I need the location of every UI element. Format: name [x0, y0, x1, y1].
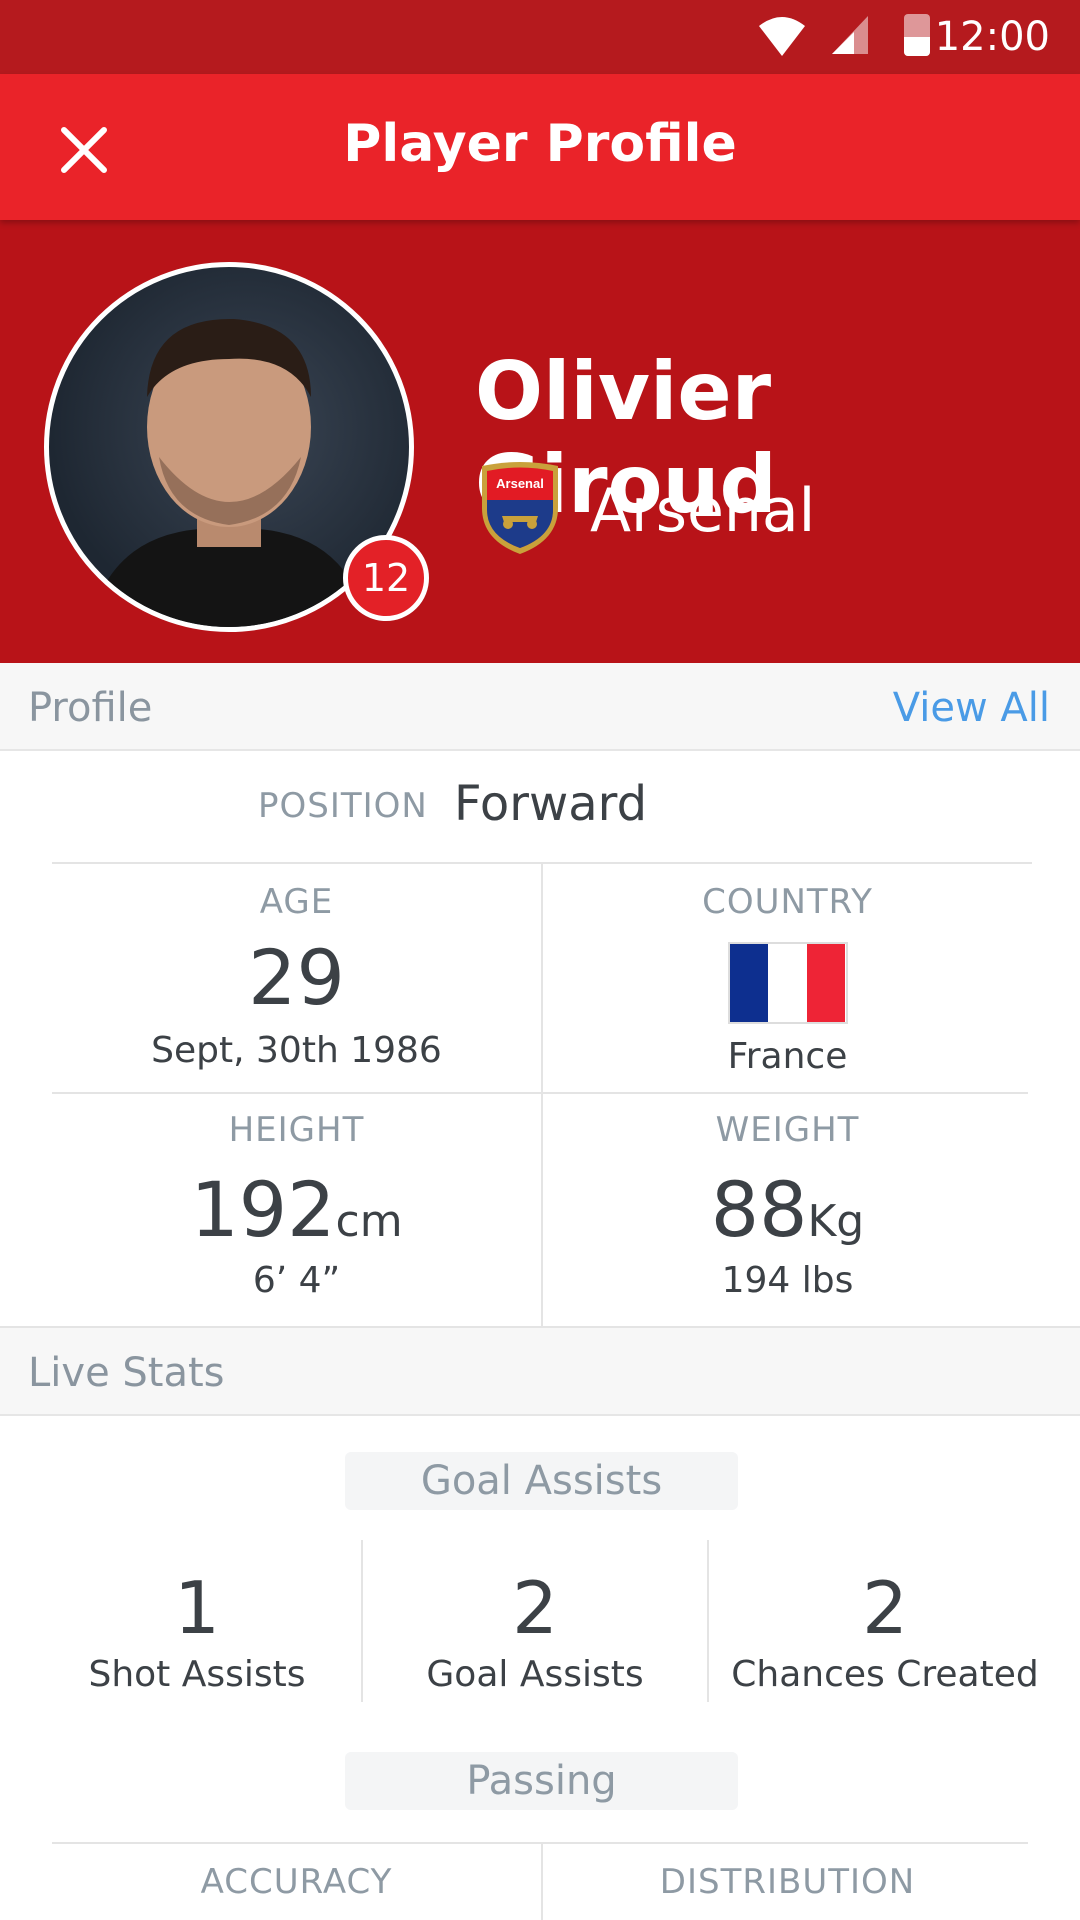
- stat-value: 2: [512, 1566, 558, 1650]
- goal-assists-group-title: Goal Assists: [345, 1452, 738, 1510]
- stat-label: Goal Assists: [426, 1654, 644, 1695]
- stat-label: Chances Created: [731, 1654, 1039, 1695]
- chances-created-stat: 2 Chances Created: [709, 1572, 1061, 1695]
- country-cell: COUNTRY France: [543, 882, 1032, 1077]
- weight-cell: WEIGHT 88Kg 194 lbs: [543, 1110, 1032, 1301]
- height-imperial: 6’ 4”: [252, 1260, 341, 1301]
- distribution-column: DISTRIBUTION: [543, 1862, 1032, 1902]
- club-name: Arsenal: [590, 476, 816, 546]
- weight-value: 88: [710, 1165, 808, 1254]
- live-stats-section-header: Live Stats: [0, 1328, 1080, 1416]
- app-bar: Player Profile: [0, 74, 1080, 220]
- position-label: POSITION: [258, 786, 428, 826]
- weight-imperial: 194 lbs: [721, 1260, 854, 1301]
- height-value: 192: [190, 1165, 336, 1254]
- profile-section-header: Profile View All: [0, 663, 1080, 751]
- france-flag-icon: [727, 942, 848, 1024]
- age-label: AGE: [259, 882, 334, 922]
- birth-date: Sept, 30th 1986: [151, 1030, 442, 1071]
- weight-unit: Kg: [807, 1196, 865, 1247]
- page-title: Player Profile: [343, 114, 737, 174]
- height-label: HEIGHT: [228, 1110, 365, 1150]
- height-cell: HEIGHT 192cm 6’ 4”: [52, 1110, 541, 1301]
- wifi-icon: [757, 14, 807, 62]
- accuracy-column: ACCURACY: [52, 1862, 541, 1902]
- position-value: Forward: [454, 776, 648, 832]
- distribution-label: DISTRIBUTION: [659, 1862, 916, 1902]
- height-unit: cm: [335, 1196, 403, 1247]
- battery-icon: [904, 14, 930, 56]
- weight-label: WEIGHT: [715, 1110, 860, 1150]
- country-value: France: [727, 1036, 848, 1077]
- accuracy-label: ACCURACY: [200, 1862, 393, 1902]
- age-cell: AGE 29 Sept, 30th 1986: [52, 882, 541, 1071]
- section-title-profile: Profile: [28, 685, 153, 731]
- divider: [52, 1842, 1028, 1844]
- position-row: POSITION Forward: [0, 752, 1080, 862]
- status-bar: 12:00: [0, 0, 1080, 74]
- view-all-link[interactable]: View All: [893, 685, 1050, 731]
- cellular-signal-icon: [830, 14, 870, 60]
- stat-value: 1: [174, 1566, 220, 1650]
- crest-text: Arsenal: [496, 476, 544, 491]
- country-label: COUNTRY: [702, 882, 873, 922]
- stat-value: 2: [862, 1566, 908, 1650]
- arsenal-crest-icon: Arsenal: [478, 460, 562, 560]
- section-title-live-stats: Live Stats: [28, 1350, 225, 1396]
- status-time: 12:00: [934, 14, 1050, 60]
- passing-group-title: Passing: [345, 1752, 738, 1810]
- age-value: 29: [248, 933, 345, 1022]
- goal-assists-stat: 2 Goal Assists: [363, 1572, 707, 1695]
- jersey-number-badge: 12: [343, 535, 429, 621]
- stat-label: Shot Assists: [88, 1654, 306, 1695]
- shot-assists-stat: 1 Shot Assists: [44, 1572, 350, 1695]
- grid-divider-horizontal: [52, 1092, 1028, 1094]
- player-hero: 12 Olivier Giroud Arsenal Arsenal: [0, 220, 1080, 663]
